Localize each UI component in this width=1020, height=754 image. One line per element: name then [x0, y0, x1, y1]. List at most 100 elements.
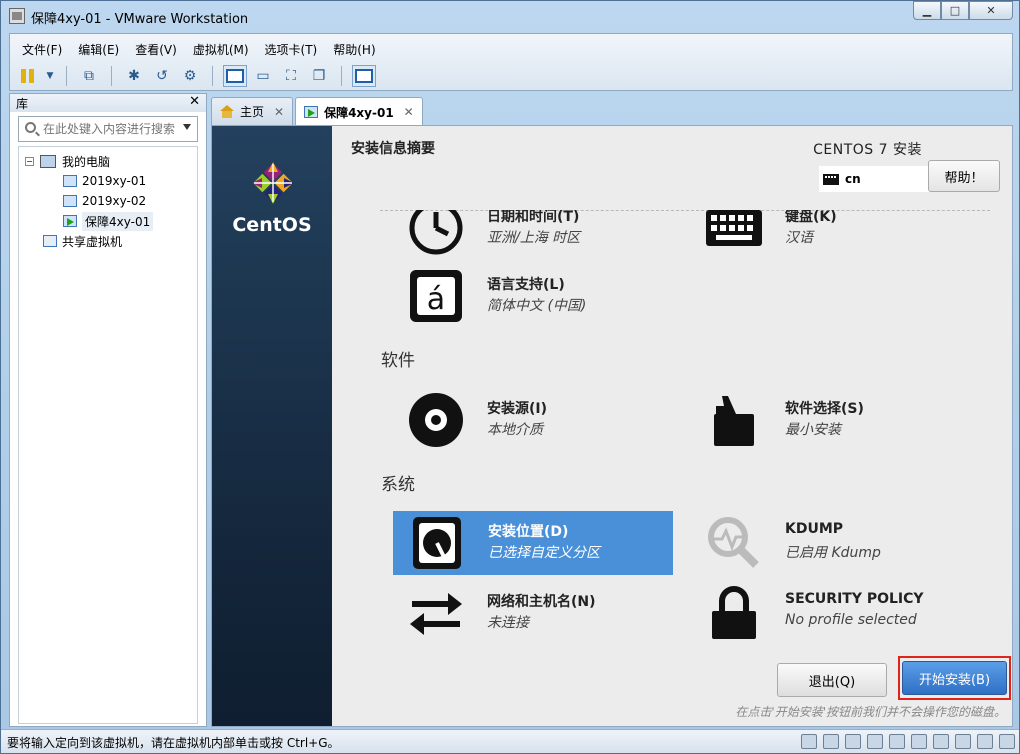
product-title: CENTOS 7 安装 — [813, 142, 922, 158]
keyboard-layout-label: cn — [845, 172, 861, 186]
minimize-button[interactable]: ▁ — [913, 1, 941, 20]
spoke-title: 语言支持(L) — [487, 277, 565, 293]
thumbnail-bar-button[interactable]: ▭ — [251, 65, 275, 87]
spoke-software-selection[interactable]: 软件选择(S) 最小安装 — [690, 388, 970, 452]
menu-view[interactable]: 查看(V) — [127, 39, 185, 60]
vm-console[interactable]: CentOS 安装信息摘要 CENTOS 7 安装 cn 帮助！ 日期和时间(T… — [211, 125, 1013, 727]
keyboard-layout-indicator[interactable]: cn — [819, 166, 929, 192]
display-icon[interactable] — [955, 734, 971, 749]
quit-button[interactable]: 退出(Q) — [777, 663, 887, 697]
spoke-title: KDUMP — [785, 521, 844, 537]
spoke-title: 网络和主机名(N) — [487, 594, 596, 610]
tree-label: 我的电脑 — [62, 154, 111, 169]
spoke-network[interactable]: 网络和主机名(N) 未连接 — [392, 581, 672, 645]
snapshot-button[interactable]: ✱ — [122, 65, 146, 87]
network-adapter-icon[interactable] — [867, 734, 883, 749]
keyboard-icon — [823, 173, 839, 185]
fullscreen-icon[interactable] — [999, 734, 1015, 749]
unity-button[interactable]: ❐ — [307, 65, 331, 87]
close-icon[interactable]: ✕ — [274, 105, 284, 119]
home-icon — [220, 105, 234, 118]
tree-item-shared-vms[interactable]: 共享虚拟机 — [19, 231, 197, 251]
vmware-app-icon — [9, 8, 25, 24]
spoke-language[interactable]: á 语言支持(L) 简体中文 (中国) — [392, 264, 672, 328]
chevron-down-icon[interactable] — [183, 124, 191, 130]
library-header: 库 ✕ — [10, 94, 206, 112]
disc-icon — [409, 393, 463, 447]
tree-item-vm[interactable]: 2019xy-02 — [19, 191, 197, 211]
network-arrows-icon — [410, 593, 462, 635]
fullscreen-button[interactable]: ⛶ — [279, 65, 303, 87]
computer-icon — [40, 154, 56, 168]
console-view-button[interactable] — [352, 65, 376, 87]
anaconda-sidebar: CentOS — [212, 126, 332, 726]
hard-disk-icon[interactable] — [801, 734, 817, 749]
svg-text:á: á — [427, 282, 445, 317]
vm-running-icon — [63, 215, 77, 227]
vm-running-icon — [304, 106, 319, 118]
keyboard-icon — [706, 210, 762, 246]
revert-snapshot-button[interactable]: ↺ — [150, 65, 174, 87]
search-icon — [25, 122, 36, 133]
library-panel: 库 ✕ − 我的电脑 2019xy-01 2019xy-02 — [9, 93, 207, 727]
vm-icon — [63, 195, 77, 207]
library-search[interactable] — [18, 116, 198, 142]
hard-disk-icon — [413, 517, 461, 569]
sound-icon[interactable] — [911, 734, 927, 749]
floppy-icon[interactable] — [845, 734, 861, 749]
tab-home[interactable]: 主页 ✕ — [211, 97, 294, 125]
spoke-datetime[interactable]: 日期和时间(T) 亚洲/上海 时区 — [392, 210, 672, 260]
tab-label: 主页 — [240, 105, 265, 119]
spoke-status: 最小安装 — [785, 422, 841, 438]
usb-icon[interactable] — [889, 734, 905, 749]
clock-icon — [409, 210, 463, 255]
spoke-status: 未连接 — [487, 615, 529, 631]
page-title: 安装信息摘要 — [351, 141, 435, 157]
menu-edit[interactable]: 编辑(E) — [70, 39, 127, 60]
shared-vm-icon — [43, 235, 57, 247]
snapshot-manager-button[interactable]: ⚙ — [178, 65, 202, 87]
language-icon: á — [410, 270, 462, 322]
spoke-kdump[interactable]: KDUMP 已启用 Kdump — [690, 511, 970, 575]
help-button[interactable]: 帮助！ — [928, 160, 1000, 192]
collapse-icon[interactable]: − — [25, 156, 34, 166]
pause-button[interactable] — [16, 65, 40, 87]
cd-rom-icon[interactable] — [823, 734, 839, 749]
spoke-install-source[interactable]: 安装源(I) 本地介质 — [392, 388, 672, 452]
spokes-scroll-area[interactable]: 日期和时间(T) 亚洲/上海 时区 键盘(K) 汉语 á 语言支持(L) 简体中… — [332, 210, 1012, 680]
library-close-icon[interactable]: ✕ — [189, 94, 200, 109]
tree-item-vm[interactable]: 2019xy-01 — [19, 171, 197, 191]
tab-vm[interactable]: 保障4xy-01 ✕ — [295, 97, 423, 126]
disk-warning-note: 在点击'开始安装'按钮前我们并不会操作您的磁盘。 — [735, 705, 1006, 719]
message-icon[interactable] — [977, 734, 993, 749]
maximize-button[interactable]: □ — [941, 1, 969, 20]
begin-installation-button[interactable]: 开始安装(B) — [902, 661, 1007, 695]
tree-item-vm-running[interactable]: 保障4xy-01 — [19, 211, 197, 231]
spoke-keyboard[interactable]: 键盘(K) 汉语 — [690, 210, 970, 260]
window-title: 保障4xy-01 - VMware Workstation — [31, 12, 249, 27]
menu-help[interactable]: 帮助(H) — [325, 39, 383, 60]
send-ctrl-alt-del-button[interactable]: ⧉ — [77, 65, 101, 87]
close-button[interactable]: ✕ — [969, 1, 1013, 20]
menu-vm[interactable]: 虚拟机(M) — [185, 39, 257, 60]
library-search-input[interactable] — [43, 120, 183, 138]
toolbar-separator — [111, 66, 112, 86]
close-icon[interactable]: ✕ — [404, 105, 414, 119]
menu-toolbar-area: 文件(F) 编辑(E) 查看(V) 虚拟机(M) 选项卡(T) 帮助(H) ▼ … — [9, 33, 1013, 91]
spoke-status: 本地介质 — [487, 422, 543, 438]
printer-icon[interactable] — [933, 734, 949, 749]
toolbar-separator — [212, 66, 213, 86]
title-bar: 保障4xy-01 - VMware Workstation ▁ □ ✕ — [1, 1, 1019, 31]
status-bar: 要将输入定向到该虚拟机，请在虚拟机内部单击或按 Ctrl+G。 — [1, 729, 1019, 753]
show-library-button[interactable] — [223, 65, 247, 87]
spoke-security-policy[interactable]: SECURITY POLICY No profile selected — [690, 581, 980, 645]
spoke-status: No profile selected — [785, 612, 917, 628]
spoke-title: SECURITY POLICY — [785, 591, 924, 607]
spoke-title: 安装位置(D) — [488, 524, 569, 540]
spoke-install-destination[interactable]: 安装位置(D) 已选择自定义分区 — [393, 511, 673, 575]
menu-file[interactable]: 文件(F) — [14, 39, 70, 60]
spoke-status: 已选择自定义分区 — [488, 545, 600, 561]
power-dropdown-button[interactable]: ▼ — [44, 65, 56, 87]
tree-item-my-computer[interactable]: − 我的电脑 — [19, 151, 197, 171]
menu-tabs[interactable]: 选项卡(T) — [257, 39, 326, 60]
